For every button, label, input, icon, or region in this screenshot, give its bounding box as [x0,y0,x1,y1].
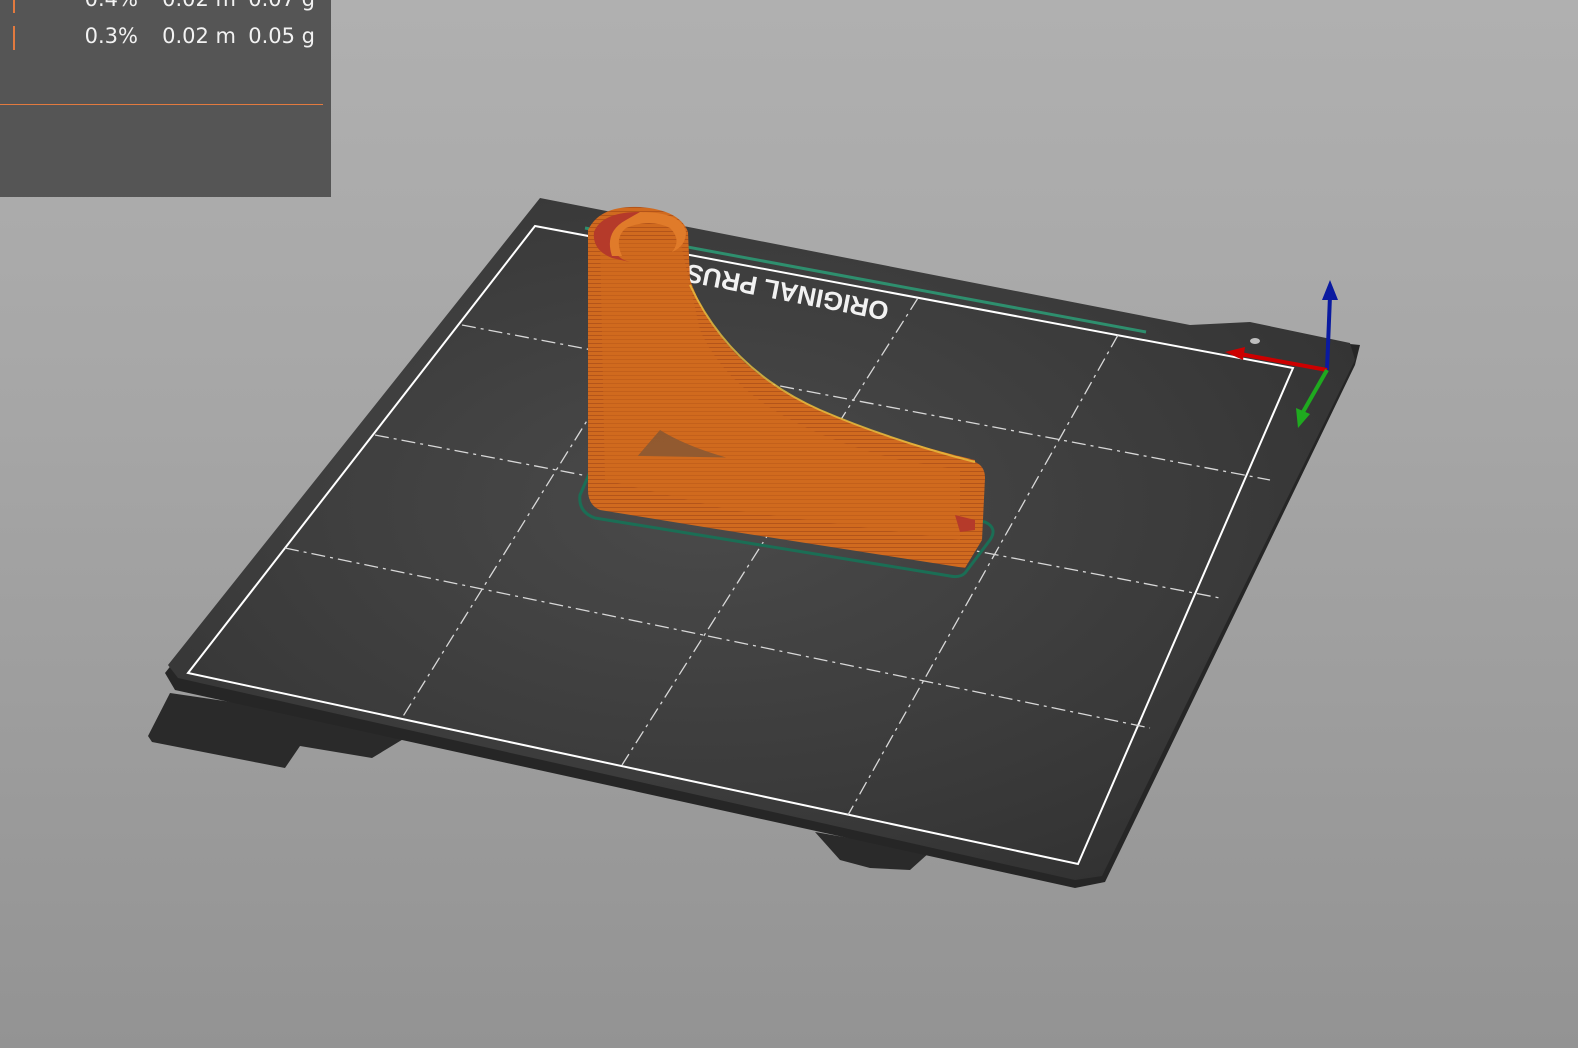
legend-weight: 0.07 g [244,0,315,11]
legend-weight: 0.05 g [248,24,315,48]
axis-z-arrow [1322,280,1338,300]
legend-length: 0.02 m [162,24,236,48]
legend-row: 0.4% 0.02 m 0.07 g [0,0,331,17]
3d-viewport[interactable]: ORIGINAL PRUSA MINI 0.3% 0.02 m 0.05 g [0,0,1578,1048]
legend-separator [0,104,323,105]
legend-row: 0.3% 0.02 m 0.05 g [0,24,331,54]
legend-swatch [13,26,15,50]
legend-swatch [13,0,15,13]
bed-mount-hole [1250,338,1260,344]
legend-panel: 0.4% 0.02 m 0.07 g 0.3% 0.02 m 0.05 g [0,0,331,197]
legend-length: 0.02 m [150,0,236,11]
legend-percent: 0.3% [84,24,138,48]
legend-percent: 0.4% [40,0,138,11]
